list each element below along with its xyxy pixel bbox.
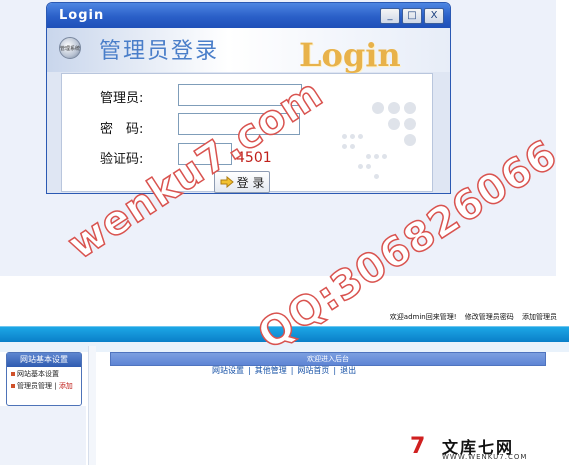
brand-url: WWW.WENKU7.COM (442, 453, 528, 461)
sidebar-item-admin-management[interactable]: 管理员管理 | 添加 (7, 379, 81, 391)
window-title: Login (59, 8, 105, 23)
nav-logout[interactable]: 退出 (340, 366, 356, 375)
brand-logo-icon: 7 (410, 434, 426, 459)
sidebar-item-label: 管理员管理 (17, 382, 52, 390)
admin-label: 管理员: (100, 91, 144, 106)
add-admin-link[interactable]: 添加管理员 (522, 313, 557, 321)
sidebar-item-site-settings[interactable]: 网站基本设置 (7, 367, 81, 379)
maximize-button[interactable]: □ (402, 8, 422, 24)
sidebar-background (0, 406, 86, 465)
close-button[interactable]: X (424, 8, 444, 24)
bullet-icon (11, 384, 15, 388)
welcome-admin-text: 欢迎admin回来管理! (389, 313, 457, 321)
nav-site-home[interactable]: 网站首页 (297, 366, 329, 375)
nav-separator: | (290, 366, 294, 375)
footer-brand: 7 文库七网 WWW.WENKU7.COM (410, 434, 560, 462)
login-button-label: 登 录 (236, 175, 265, 190)
nav-separator: | (248, 366, 251, 375)
nav-site-settings[interactable]: 网站设置 (212, 366, 244, 375)
window-controls: _ □ X (380, 8, 444, 24)
sidebar-title: 网站基本设置 (7, 353, 81, 367)
minimize-button[interactable]: _ (380, 8, 400, 24)
password-label: 密 码: (100, 122, 144, 137)
admin-top-links: 欢迎admin回来管理! 修改管理员密码 添加管理员 (384, 312, 557, 322)
change-password-link[interactable]: 修改管理员密码 (465, 313, 514, 321)
login-heading: 管理员登录 (99, 39, 220, 64)
nav-separator: | (333, 366, 337, 375)
sidebar-add-link[interactable]: 添加 (59, 382, 73, 390)
frame-splitter[interactable] (88, 346, 96, 465)
login-header: 管理系统 管理员登录 Login (47, 28, 450, 74)
sidebar: 网站基本设置 网站基本设置 管理员管理 | 添加 (6, 352, 82, 406)
badge-text: 管理系统 (60, 46, 81, 52)
nav-other-management[interactable]: 其他管理 (255, 366, 287, 375)
system-badge-icon: 管理系统 (59, 37, 81, 59)
login-window: Login _ □ X 管理系统 管理员登录 Login 管理员: 密 码: 验… (46, 2, 451, 194)
welcome-banner: 欢迎进入后台 (110, 352, 546, 366)
login-logo-text: Login (299, 36, 401, 74)
captcha-label: 验证码: (100, 152, 144, 167)
bullet-icon (11, 372, 15, 376)
sidebar-item-label: 网站基本设置 (17, 370, 59, 378)
